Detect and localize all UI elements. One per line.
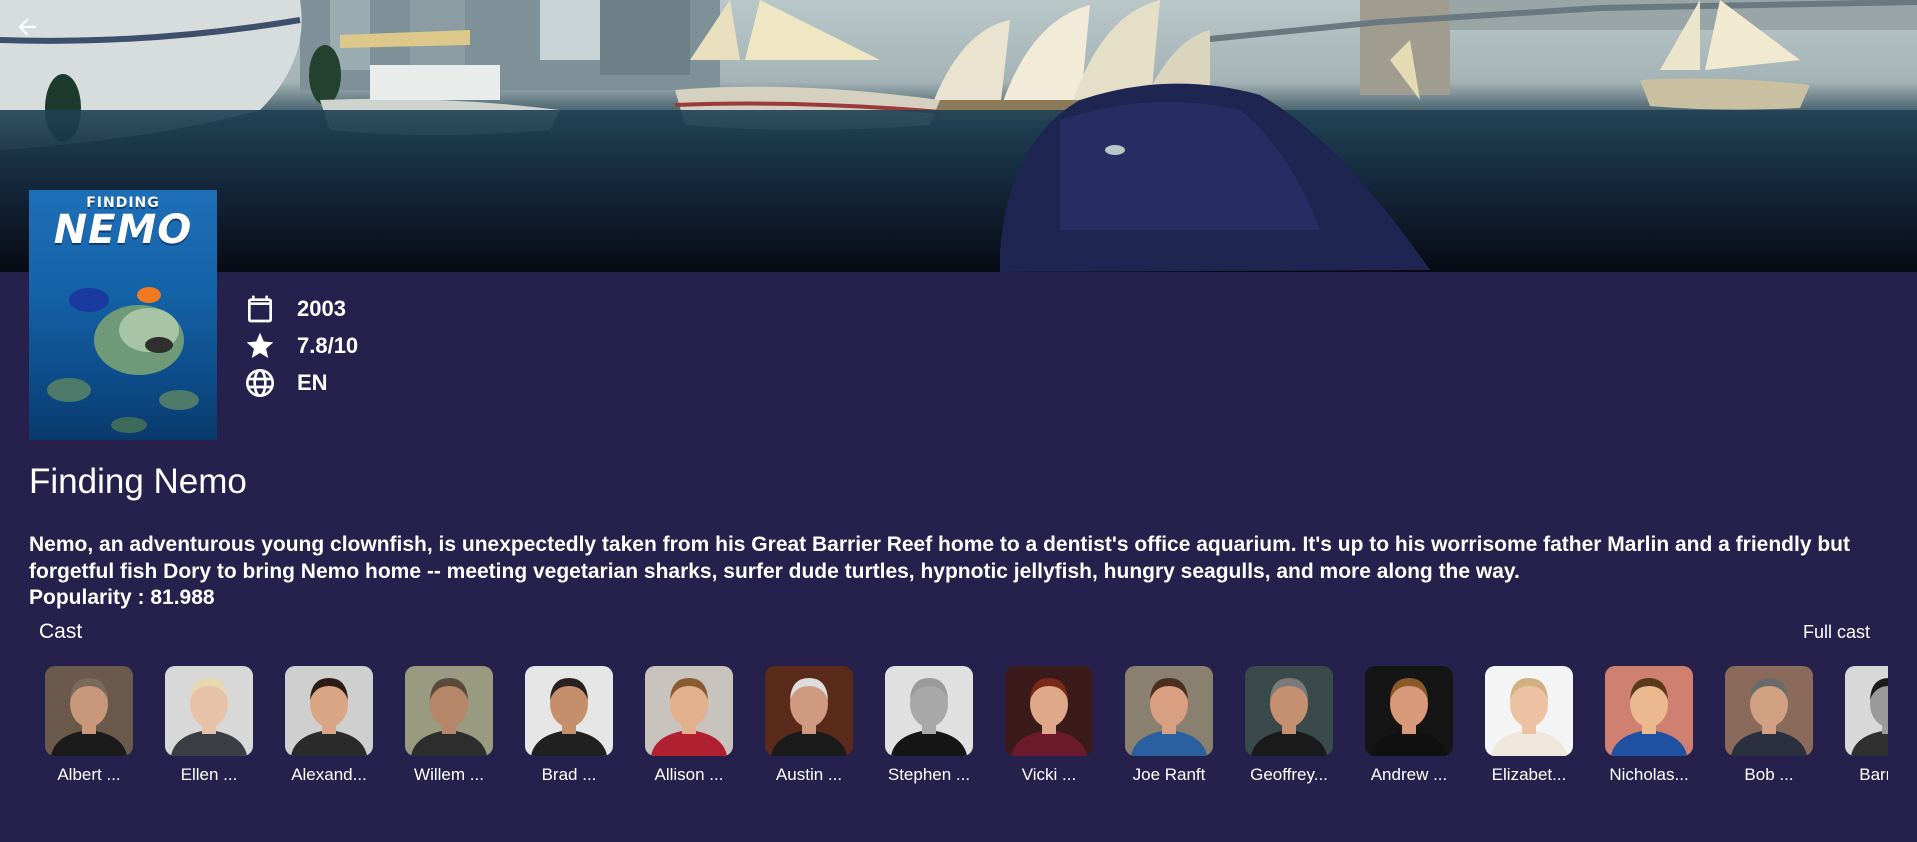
movie-overview: Nemo, an adventurous young clownfish, is… <box>29 533 1851 583</box>
star-icon <box>243 329 277 363</box>
cast-member[interactable]: Elizabet... <box>1485 666 1605 796</box>
cast-avatar <box>1365 666 1453 756</box>
cast-avatar <box>1485 666 1573 756</box>
cast-name: Nicholas... <box>1609 765 1689 784</box>
cast-member[interactable]: Austin ... <box>765 666 885 796</box>
cast-avatar <box>1845 666 1888 756</box>
cast-avatar <box>405 666 493 756</box>
cast-name: Albert ... <box>57 765 121 784</box>
cast-member[interactable]: Nicholas... <box>1605 666 1725 796</box>
cast-member[interactable]: Albert ... <box>45 666 165 796</box>
cast-avatar <box>1125 666 1213 756</box>
cast-name: Joe Ranft <box>1132 765 1206 784</box>
cast-avatar <box>1245 666 1333 756</box>
arrow-back-icon <box>18 18 36 36</box>
movie-poster: FINDING NEMO <box>29 190 217 440</box>
back-button[interactable] <box>14 14 50 50</box>
cast-avatar <box>1605 666 1693 756</box>
cast-avatar <box>645 666 733 756</box>
meta-language: EN <box>243 364 358 401</box>
rating-value: 7.8/10 <box>297 332 359 358</box>
cast-name: Barry ... <box>1859 765 1888 784</box>
cast-member[interactable]: Bob ... <box>1725 666 1845 796</box>
movie-meta: 2003 7.8/10 EN <box>243 290 358 401</box>
cast-name: Willem ... <box>414 765 484 784</box>
cast-member[interactable]: Ellen ... <box>165 666 285 796</box>
movie-title: Finding Nemo <box>29 462 247 501</box>
cast-avatar <box>525 666 613 756</box>
cast-member[interactable]: Andrew ... <box>1365 666 1485 796</box>
poster-title: FINDING NEMO <box>29 196 217 250</box>
cast-avatar <box>165 666 253 756</box>
language-value: EN <box>297 369 328 395</box>
cast-member[interactable]: Stephen ... <box>885 666 1005 796</box>
cast-name: Vicki ... <box>1021 765 1077 784</box>
cast-member[interactable]: Willem ... <box>405 666 525 796</box>
cast-member[interactable]: Barry ... <box>1845 666 1888 796</box>
cast-member[interactable]: Brad ... <box>525 666 645 796</box>
cast-avatar <box>765 666 853 756</box>
cast-avatar <box>285 666 373 756</box>
cast-name: Brad ... <box>541 765 597 784</box>
release-year: 2003 <box>297 295 346 321</box>
cast-name: Austin ... <box>775 765 843 784</box>
cast-member[interactable]: Geoffrey... <box>1245 666 1365 796</box>
poster-title-big: NEMO <box>53 207 193 253</box>
full-cast-link[interactable]: Full cast <box>1803 622 1870 643</box>
backdrop-image <box>0 0 1917 272</box>
cast-name: Andrew ... <box>1370 765 1448 784</box>
meta-rating: 7.8/10 <box>243 327 358 364</box>
globe-icon <box>243 366 277 400</box>
cast-avatar <box>885 666 973 756</box>
cast-name: Bob ... <box>1744 765 1794 784</box>
cast-member[interactable]: Alexand... <box>285 666 405 796</box>
cast-list[interactable]: Albert ... Ellen ... Alexand... Willem ... B… <box>45 666 1888 796</box>
cast-member[interactable]: Joe Ranft <box>1125 666 1245 796</box>
movie-popularity: Popularity : 81.988 <box>29 586 215 609</box>
cast-avatar <box>45 666 133 756</box>
cast-member[interactable]: Allison ... <box>645 666 765 796</box>
cast-name: Geoffrey... <box>1250 765 1328 784</box>
cast-member[interactable]: Vicki ... <box>1005 666 1125 796</box>
cast-avatar <box>1005 666 1093 756</box>
cast-heading: Cast <box>39 620 83 643</box>
cast-name: Alexand... <box>291 765 367 784</box>
cast-name: Allison ... <box>654 765 724 784</box>
meta-year: 2003 <box>243 290 358 327</box>
cast-name: Ellen ... <box>180 765 238 784</box>
cast-avatar <box>1725 666 1813 756</box>
calendar-icon <box>243 292 277 326</box>
cast-name: Elizabet... <box>1491 765 1567 784</box>
cast-name: Stephen ... <box>887 765 971 784</box>
